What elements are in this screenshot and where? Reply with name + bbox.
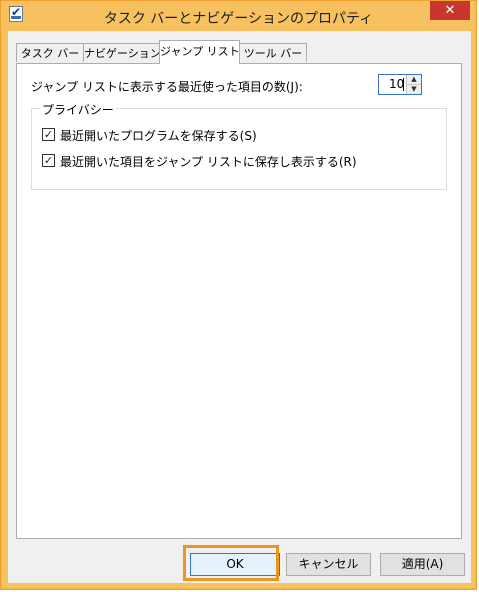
- save-recent-programs-label[interactable]: 最近開いたプログラムを保存する(S): [60, 127, 257, 144]
- save-recent-programs-checkbox[interactable]: ✓: [42, 128, 55, 141]
- tab-toolbar[interactable]: ツール バー: [239, 43, 307, 62]
- close-button[interactable]: ✕: [430, 1, 470, 20]
- text-caret: [403, 78, 404, 91]
- jump-list-count-input[interactable]: 10: [389, 77, 404, 91]
- jump-list-count-spinner[interactable]: 10 ▲ ▼: [378, 74, 422, 95]
- spin-buttons: ▲ ▼: [406, 75, 421, 94]
- jump-list-panel: ジャンプ リストに表示する最近使った項目の数(J): 10 ▲ ▼ プライバシー…: [16, 63, 462, 539]
- save-recent-items-label[interactable]: 最近開いた項目をジャンプ リストに保存し表示する(R): [60, 153, 357, 170]
- cancel-button[interactable]: キャンセル: [286, 553, 371, 576]
- title-bar[interactable]: ✔ タスク バーとナビゲーションのプロパティ ✕: [1, 1, 476, 31]
- privacy-group-caption: プライバシー: [40, 101, 116, 118]
- spin-up-button[interactable]: ▲: [407, 75, 421, 85]
- jump-list-count-label: ジャンプ リストに表示する最近使った項目の数(J):: [31, 80, 303, 94]
- apply-button[interactable]: 適用(A): [380, 553, 465, 576]
- spin-down-button[interactable]: ▼: [407, 85, 421, 94]
- tab-taskbar[interactable]: タスク バー: [16, 43, 84, 62]
- tab-jump-list[interactable]: ジャンプ リスト: [159, 40, 240, 64]
- privacy-group: プライバシー ✓ 最近開いたプログラムを保存する(S) ✓ 最近開いた項目をジャ…: [31, 101, 447, 190]
- ok-button-highlight: [183, 545, 279, 581]
- dialog-client-area: タスク バー ナビゲーション ジャンプ リスト ツール バー ジャンプ リストに…: [8, 31, 471, 583]
- tab-navigation[interactable]: ナビゲーション: [83, 43, 161, 62]
- save-recent-items-checkbox[interactable]: ✓: [42, 154, 55, 167]
- properties-window: ✔ タスク バーとナビゲーションのプロパティ ✕ タスク バー ナビゲーション …: [0, 0, 477, 590]
- window-title: タスク バーとナビゲーションのプロパティ: [103, 11, 374, 27]
